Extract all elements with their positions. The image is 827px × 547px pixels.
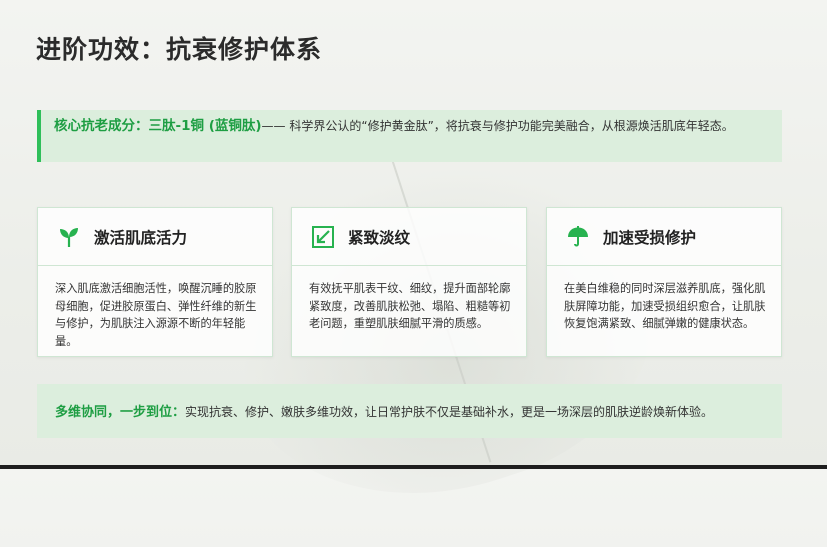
card-header: 加速受损修护 xyxy=(547,208,781,266)
card-title: 激活肌底活力 xyxy=(94,228,188,247)
footer-divider xyxy=(0,465,827,469)
summary-text: 实现抗衰、修护、嫩肤多维功效，让日常护肤不仅是基础补水，更是一场深层的肌肤逆龄焕… xyxy=(185,405,714,419)
summary-banner: 多维协同，一步到位：实现抗衰、修护、嫩肤多维功效，让日常护肤不仅是基础补水，更是… xyxy=(37,384,782,438)
card-body: 有效抚平肌表干纹、细纹，提升面部轮廓紧致度，改善肌肤松弛、塌陷、粗糙等初老问题，… xyxy=(309,282,511,330)
card-body: 深入肌底激活细胞活性，唤醒沉睡的胶原母细胞，促进胶原蛋白、弹性纤维的新生与修护，… xyxy=(55,282,257,348)
summary-highlight: 多维协同，一步到位： xyxy=(55,405,186,420)
card-title: 紧致淡纹 xyxy=(348,228,411,247)
page-title: 进阶功效：抗衰修护体系 xyxy=(36,35,323,64)
sprout-icon xyxy=(56,224,82,250)
shrink-arrow-icon xyxy=(310,224,336,250)
card-firming: 紧致淡纹 有效抚平肌表干纹、细纹，提升面部轮廓紧致度，改善肌肤松弛、塌陷、粗糙等… xyxy=(291,207,527,357)
umbrella-icon xyxy=(565,224,591,250)
card-header: 激活肌底活力 xyxy=(38,208,272,266)
core-ingredient-banner: 核心抗老成分：三肽-1铜 (蓝铜肽)—— 科学界公认的“修护黄金肽”，将抗衰与修… xyxy=(37,110,782,162)
card-repair: 加速受损修护 在美白维稳的同时深层滋养肌底，强化肌肤屏障功能，加速受损组织愈合，… xyxy=(546,207,782,357)
core-ingredient-highlight: 核心抗老成分：三肽-1铜 (蓝铜肽) xyxy=(54,118,262,134)
card-body: 在美白维稳的同时深层滋养肌底，强化肌肤屏障功能，加速受损组织愈合，让肌肤恢复饱满… xyxy=(564,282,766,330)
card-title: 加速受损修护 xyxy=(603,228,697,247)
card-activate-vitality: 激活肌底活力 深入肌底激活细胞活性，唤醒沉睡的胶原母细胞，促进胶原蛋白、弹性纤维… xyxy=(37,207,273,357)
core-ingredient-text: —— 科学界公认的“修护黄金肽”，将抗衰与修护功能完美融合，从根源焕活肌底年轻态… xyxy=(261,119,734,133)
card-header: 紧致淡纹 xyxy=(292,208,526,266)
